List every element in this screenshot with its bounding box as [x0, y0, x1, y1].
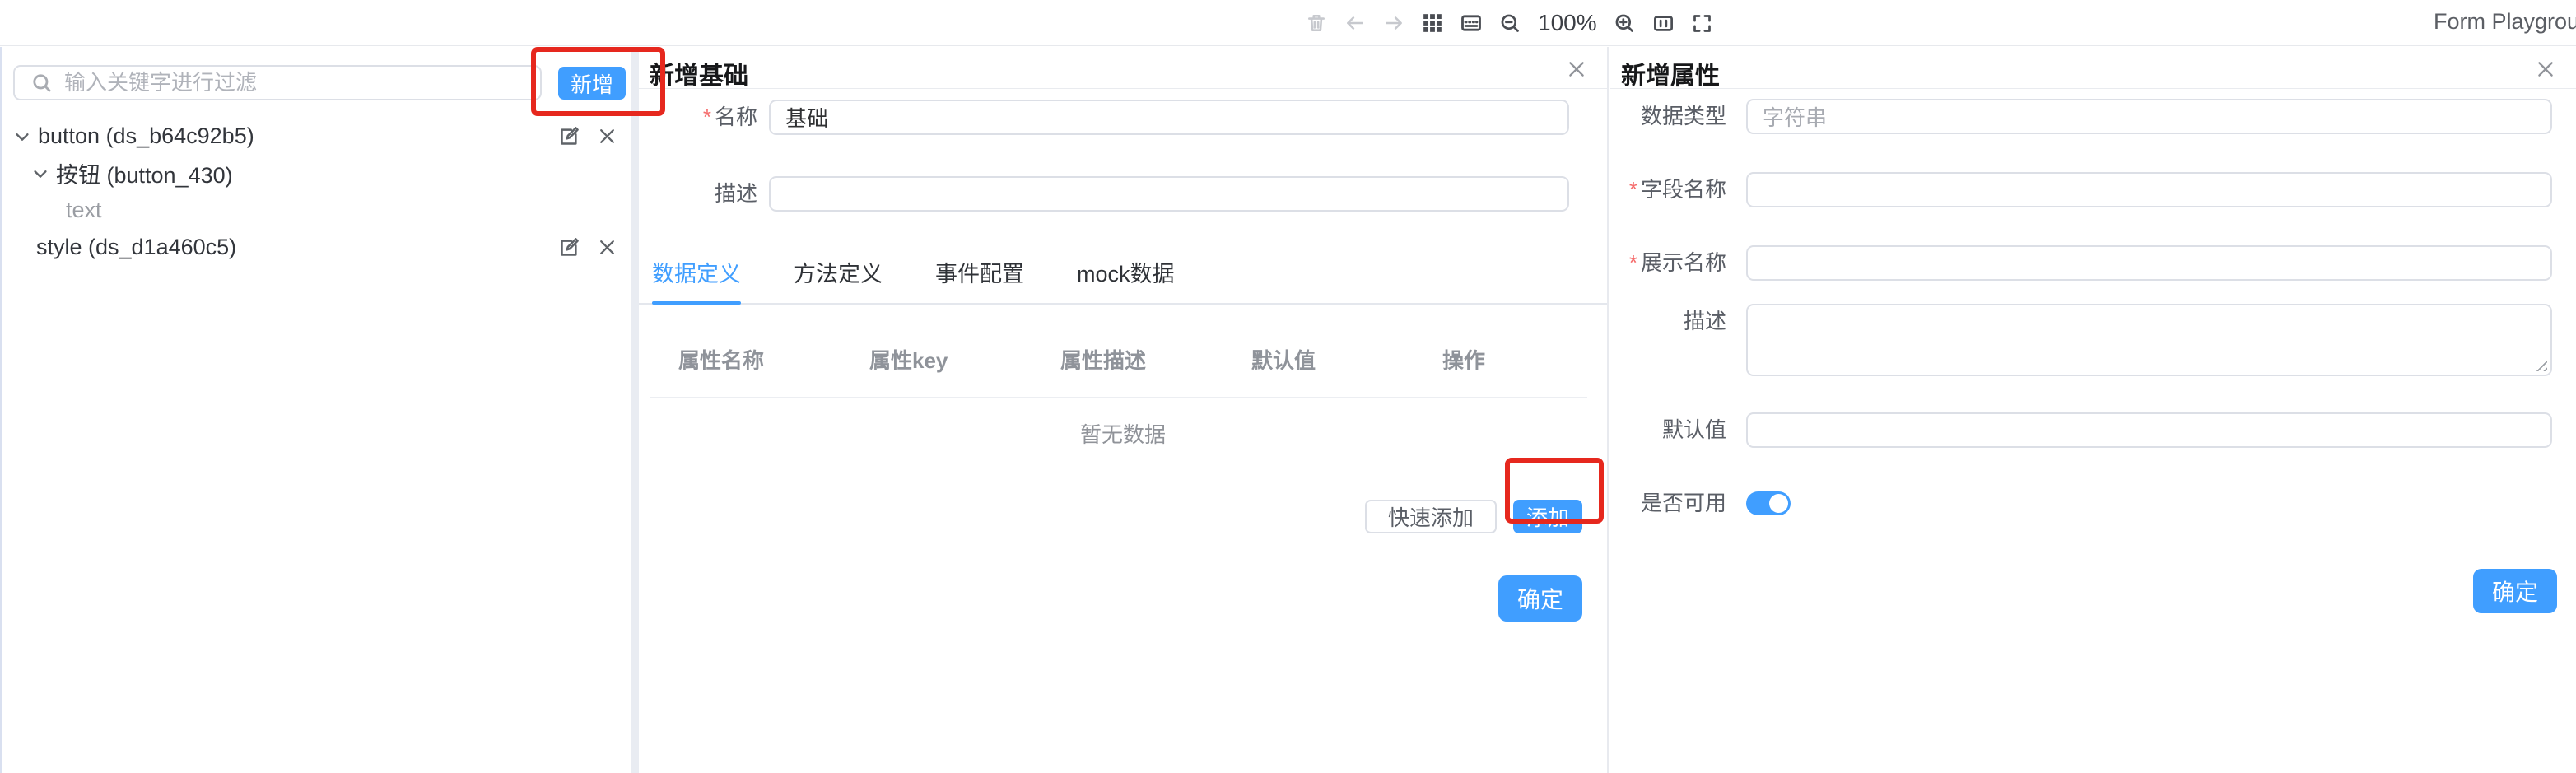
display-name-input[interactable]: [1746, 245, 2552, 281]
dialog-header: 新增基础: [639, 47, 1607, 89]
redo-arrow-icon[interactable]: [1381, 11, 1406, 35]
zoom-in-icon[interactable]: [1613, 11, 1637, 35]
dialog-header: 新增属性: [1610, 47, 2576, 89]
search-icon: [31, 72, 53, 94]
tree-item-label: 按钮 (button_430): [56, 157, 233, 189]
table-actions-row: 快速添加 添加: [639, 500, 1582, 533]
add-row-button[interactable]: 添加: [1513, 500, 1582, 533]
data-type-label: 数据类型: [1610, 99, 1726, 134]
tree-item-label: text: [66, 198, 102, 223]
col-attr-key: 属性key: [841, 344, 1032, 375]
tree-item-button[interactable]: button (ds_b64c92b5): [2, 118, 631, 155]
name-input[interactable]: [769, 100, 1569, 135]
tree-item-label: style (ds_d1a460c5): [36, 235, 236, 260]
confirm-button[interactable]: 确定: [2473, 569, 2557, 613]
close-icon[interactable]: [597, 237, 617, 258]
add-button[interactable]: 新增: [558, 67, 626, 100]
tab-method-definition[interactable]: 方法定义: [794, 249, 883, 303]
panel-splitter[interactable]: [631, 47, 639, 773]
field-name-label: *字段名称: [1610, 172, 1726, 207]
quick-add-button[interactable]: 快速添加: [1365, 500, 1497, 533]
zoom-out-icon[interactable]: [1498, 11, 1522, 35]
confirm-button[interactable]: 确定: [1498, 575, 1582, 622]
enabled-row: 是否可用: [1610, 486, 2576, 521]
desc-input[interactable]: [769, 176, 1569, 212]
tab-mock-data[interactable]: mock数据: [1077, 249, 1175, 303]
empty-data-text: 暂无数据: [639, 418, 1607, 449]
desc-field-row: 描述: [639, 176, 1607, 212]
add-base-dialog: 新增基础 *名称 描述 数据定义 方法定义 事件配置 mock数据 属性名称 属…: [639, 47, 1609, 773]
default-value-row: 默认值: [1610, 412, 2576, 448]
data-type-row: 数据类型: [1610, 99, 2576, 134]
dialog-tabs: 数据定义 方法定义 事件配置 mock数据: [639, 249, 1607, 305]
attr-desc-row: 描述: [1610, 304, 2576, 376]
tree-item-style[interactable]: style (ds_d1a460c5): [2, 229, 631, 266]
col-attr-name: 属性名称: [650, 344, 841, 375]
enabled-label: 是否可用: [1610, 486, 1726, 521]
required-marker: *: [1629, 177, 1637, 202]
name-label: *名称: [639, 100, 769, 135]
close-icon[interactable]: [597, 126, 617, 147]
desc-label: 描述: [639, 176, 769, 212]
dialog-title: 新增属性: [1621, 55, 1720, 91]
required-marker: *: [1629, 250, 1637, 275]
panel-width-icon[interactable]: [1651, 11, 1676, 35]
enabled-toggle[interactable]: [1746, 491, 1791, 515]
chevron-down-icon[interactable]: [31, 165, 49, 183]
attr-desc-textarea[interactable]: [1746, 304, 2552, 376]
col-attr-desc: 属性描述: [1032, 344, 1223, 375]
field-name-row: *字段名称: [1610, 172, 2576, 207]
canvas-toolbar: 100%: [1304, 0, 1715, 46]
edit-icon[interactable]: [558, 236, 580, 258]
display-name-row: *展示名称: [1610, 245, 2576, 281]
attr-desc-label: 描述: [1610, 304, 1726, 339]
required-marker: *: [703, 105, 711, 129]
close-icon[interactable]: [2533, 57, 2558, 81]
tree-item-text[interactable]: text: [2, 192, 631, 229]
search-input[interactable]: [64, 68, 540, 98]
fullscreen-icon[interactable]: [1690, 11, 1715, 35]
zoom-level: 100%: [1536, 10, 1599, 36]
keyboard-icon[interactable]: [1459, 11, 1484, 35]
field-name-input[interactable]: [1746, 172, 2552, 207]
component-tree: button (ds_b64c92b5) 按钮 (button_430) tex…: [2, 118, 631, 266]
edit-icon[interactable]: [558, 125, 580, 147]
close-icon[interactable]: [1564, 57, 1589, 81]
display-name-label: *展示名称: [1610, 245, 1726, 281]
top-toolbar: 100% Form Playground F: [0, 0, 2576, 46]
tree-item-label: button (ds_b64c92b5): [38, 123, 254, 149]
tab-data-definition[interactable]: 数据定义: [652, 249, 741, 303]
table-divider: [650, 397, 1587, 398]
attr-table-header: 属性名称 属性key 属性描述 默认值 操作: [639, 339, 1607, 379]
undo-arrow-icon[interactable]: [1343, 11, 1367, 35]
col-actions: 操作: [1414, 344, 1605, 375]
toggle-knob: [1769, 494, 1788, 513]
app-title: Form Playground F: [2434, 0, 2576, 43]
chevron-down-icon[interactable]: [13, 128, 31, 146]
dialog-title: 新增基础: [650, 55, 748, 91]
default-value-input[interactable]: [1746, 412, 2552, 448]
grid-icon[interactable]: [1420, 11, 1445, 35]
data-type-input[interactable]: [1746, 99, 2552, 134]
tab-event-config[interactable]: 事件配置: [935, 249, 1024, 303]
col-default: 默认值: [1223, 344, 1414, 375]
trash-icon[interactable]: [1304, 11, 1329, 35]
component-tree-panel: 新增 button (ds_b64c92b5) 按钮 (button_430) …: [0, 47, 631, 773]
tree-item-anniu[interactable]: 按钮 (button_430): [2, 155, 631, 192]
tree-search-box: [13, 65, 542, 100]
default-value-label: 默认值: [1610, 412, 1726, 448]
add-attribute-dialog: 新增属性 数据类型 *字段名称 *展示名称 描述 默认值 是否可用 确定: [1610, 47, 2576, 773]
name-field-row: *名称: [639, 100, 1607, 135]
